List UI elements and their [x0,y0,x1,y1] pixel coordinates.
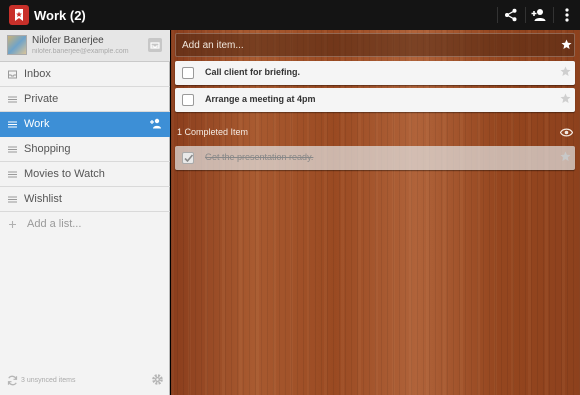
notifications-icon[interactable] [148,38,162,52]
eye-icon[interactable] [560,128,573,137]
add-person-icon[interactable] [526,0,552,30]
sidebar-item-label: Movies to Watch [24,168,105,180]
profile-email: nilofer.banerjee@example.com [32,48,129,55]
task-checkbox-checked[interactable] [182,152,194,164]
share-icon[interactable] [498,0,524,30]
sidebar-item-label: Wishlist [24,193,62,205]
action-bar: Work (2) [0,0,580,30]
task-checkbox[interactable] [182,94,194,106]
list-icon [8,146,17,153]
sidebar-item-label: Private [24,93,59,105]
sidebar-footer: 3 unsynced items [0,368,169,394]
sidebar-item-wishlist[interactable]: Wishlist [0,187,170,212]
sidebar-item-label: Shopping [24,143,71,155]
list-icon [8,171,17,178]
sidebar: Nilofer Banerjee nilofer.banerjee@exampl… [0,30,170,395]
sidebar-item-label: Inbox [24,68,51,80]
task-title: Arrange a meeting at 4pm [205,94,316,104]
sidebar-item-inbox[interactable]: Inbox [0,62,170,87]
gear-icon[interactable] [151,373,164,386]
add-item-placeholder: Add an item... [182,40,244,51]
star-icon[interactable] [560,66,571,77]
plus-icon [9,221,16,228]
list-icon [8,196,17,203]
profile-name: Nilofer Banerjee [32,35,104,46]
sync-status: 3 unsynced items [21,377,76,384]
task-row[interactable]: Call client for briefing. [175,61,575,85]
task-checkbox[interactable] [182,67,194,79]
star-icon[interactable] [560,151,571,162]
sidebar-item-shopping[interactable]: Shopping [0,137,170,162]
list-title: Work (2) [34,8,86,23]
completed-section-header[interactable]: 1 Completed Item [177,127,248,137]
task-board: Add an item... Call client for briefing.… [171,30,580,395]
sidebar-item-private[interactable]: Private [0,87,170,112]
profile-header[interactable]: Nilofer Banerjee nilofer.banerjee@exampl… [0,30,170,62]
task-title: Get the presentation ready. [205,152,314,162]
inbox-icon [8,70,17,79]
star-icon[interactable] [560,93,571,104]
checkmark-icon [184,154,194,163]
sidebar-item-work[interactable]: Work [0,112,170,137]
sidebar-item-movies-to-watch[interactable]: Movies to Watch [0,162,170,187]
add-list-button[interactable]: Add a list... [0,212,170,237]
add-list-label: Add a list... [27,218,82,230]
add-item-input[interactable]: Add an item... [175,33,575,57]
sync-icon[interactable] [7,375,18,386]
list-icon [8,96,17,103]
app-logo-icon[interactable] [9,5,29,25]
avatar [7,35,27,55]
sidebar-item-label: Work [24,118,50,130]
star-icon[interactable] [561,39,572,50]
overflow-menu-icon[interactable] [554,0,580,30]
task-row[interactable]: Arrange a meeting at 4pm [175,88,575,112]
list-icon [8,121,17,128]
task-title: Call client for briefing. [205,67,301,77]
completed-task-row[interactable]: Get the presentation ready. [175,146,575,170]
share-list-icon[interactable] [150,118,162,129]
